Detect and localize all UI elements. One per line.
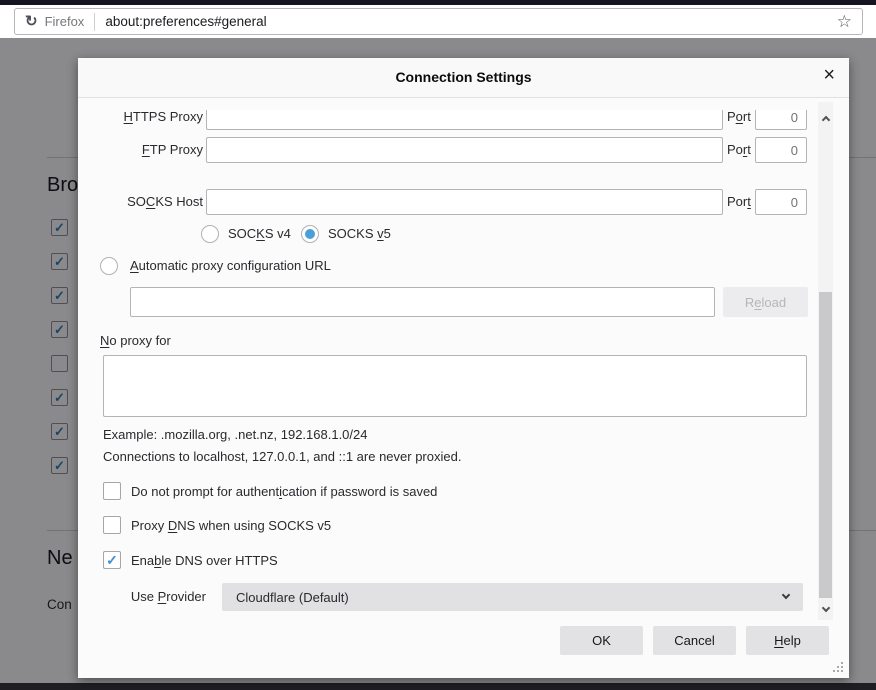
no-proxy-example-text: Example: .mozilla.org, .net.nz, 192.168.… — [103, 427, 368, 442]
ok-button[interactable]: OK — [560, 626, 643, 655]
browser-name-label: Firefox — [44, 14, 85, 29]
chevron-down-icon — [781, 590, 791, 600]
auth-prompt-checkbox[interactable] — [103, 482, 121, 500]
url-bar[interactable]: Firefox about:preferences#general — [14, 8, 863, 35]
ftp-proxy-input[interactable] — [206, 137, 723, 163]
https-proxy-input[interactable] — [206, 110, 723, 130]
use-provider-label: Use Provider — [130, 589, 206, 604]
auth-prompt-row: Do not prompt for authentication if pass… — [78, 482, 838, 502]
socks-host-label: SOCKS Host — [127, 194, 203, 209]
auto-proxy-url-input[interactable] — [130, 287, 715, 317]
connection-settings-dialog: Connection Settings HTTPS Proxy Port FTP… — [78, 58, 849, 678]
proxy-dns-row: Proxy DNS when using SOCKS v5 — [78, 516, 838, 536]
socks-host-row: SOCKS Host Port — [78, 189, 838, 215]
https-port-label: Port — [727, 110, 751, 124]
auto-proxy-radio[interactable] — [100, 257, 118, 275]
https-proxy-row: HTTPS Proxy Port — [78, 110, 838, 130]
dns-over-https-label[interactable]: Enable DNS over HTTPS — [131, 551, 278, 570]
socks-v5-radio[interactable] — [301, 225, 319, 243]
auto-proxy-row: Automatic proxy configuration URL — [78, 256, 838, 278]
scrollbar-up-icon[interactable] — [818, 110, 833, 126]
ftp-port-input[interactable] — [755, 137, 807, 163]
https-proxy-label: HTTPS Proxy — [123, 110, 203, 124]
socks-v4-label[interactable]: SOCKS v4 — [228, 224, 291, 244]
reload-button[interactable]: Reload — [723, 287, 808, 317]
dialog-header: Connection Settings — [78, 58, 849, 98]
auth-prompt-label[interactable]: Do not prompt for authentication if pass… — [131, 482, 437, 501]
https-port-input[interactable] — [755, 110, 807, 130]
scrollbar-down-icon[interactable] — [818, 598, 833, 614]
ftp-port-label: Port — [727, 142, 751, 157]
dns-provider-select[interactable]: Cloudflare (Default) — [222, 583, 803, 611]
socks-v5-label[interactable]: SOCKS v5 — [328, 224, 391, 244]
help-button[interactable]: Help — [746, 626, 829, 655]
scrollbar-thumb[interactable] — [819, 292, 832, 598]
ftp-proxy-label: FTP Proxy — [141, 142, 203, 157]
dialog-scroll-area: HTTPS Proxy Port FTP Proxy Port SOCKS Ho… — [78, 110, 849, 620]
proxy-dns-label[interactable]: Proxy DNS when using SOCKS v5 — [131, 516, 331, 535]
no-proxy-label: No proxy for — [100, 333, 171, 348]
socks-host-input[interactable] — [206, 189, 723, 215]
no-proxy-note-text: Connections to localhost, 127.0.0.1, and… — [103, 449, 462, 464]
scrollbar[interactable] — [818, 102, 833, 620]
auto-proxy-url-row: Reload — [78, 287, 838, 317]
dialog-title: Connection Settings — [395, 69, 532, 85]
screen: Firefox about:preferences#general Bro Ne… — [0, 0, 876, 690]
no-proxy-textarea[interactable] — [103, 355, 807, 417]
browser-toolbar: Firefox about:preferences#general — [0, 5, 876, 38]
dns-over-https-row: Enable DNS over HTTPS — [78, 551, 838, 571]
socks-port-input[interactable] — [755, 189, 807, 215]
dns-over-https-checkbox[interactable] — [103, 551, 121, 569]
ftp-proxy-row: FTP Proxy Port — [78, 137, 838, 163]
dns-provider-value: Cloudflare (Default) — [236, 589, 349, 605]
cancel-button[interactable]: Cancel — [653, 626, 736, 655]
socks-v4-radio[interactable] — [201, 225, 219, 243]
bookmark-star-icon[interactable] — [837, 13, 852, 30]
url-text[interactable]: about:preferences#general — [105, 14, 836, 29]
socks-port-label: Port — [727, 194, 751, 209]
close-icon[interactable] — [823, 65, 835, 85]
proxy-dns-checkbox[interactable] — [103, 516, 121, 534]
urlbar-separator — [94, 12, 96, 31]
socks-version-row: SOCKS v4 SOCKS v5 — [78, 224, 838, 246]
dns-provider-row: Use Provider Cloudflare (Default) — [78, 583, 838, 611]
firefox-logo-icon — [25, 14, 38, 29]
auto-proxy-label[interactable]: Automatic proxy configuration URL — [130, 256, 331, 276]
resize-grip[interactable] — [833, 662, 845, 674]
